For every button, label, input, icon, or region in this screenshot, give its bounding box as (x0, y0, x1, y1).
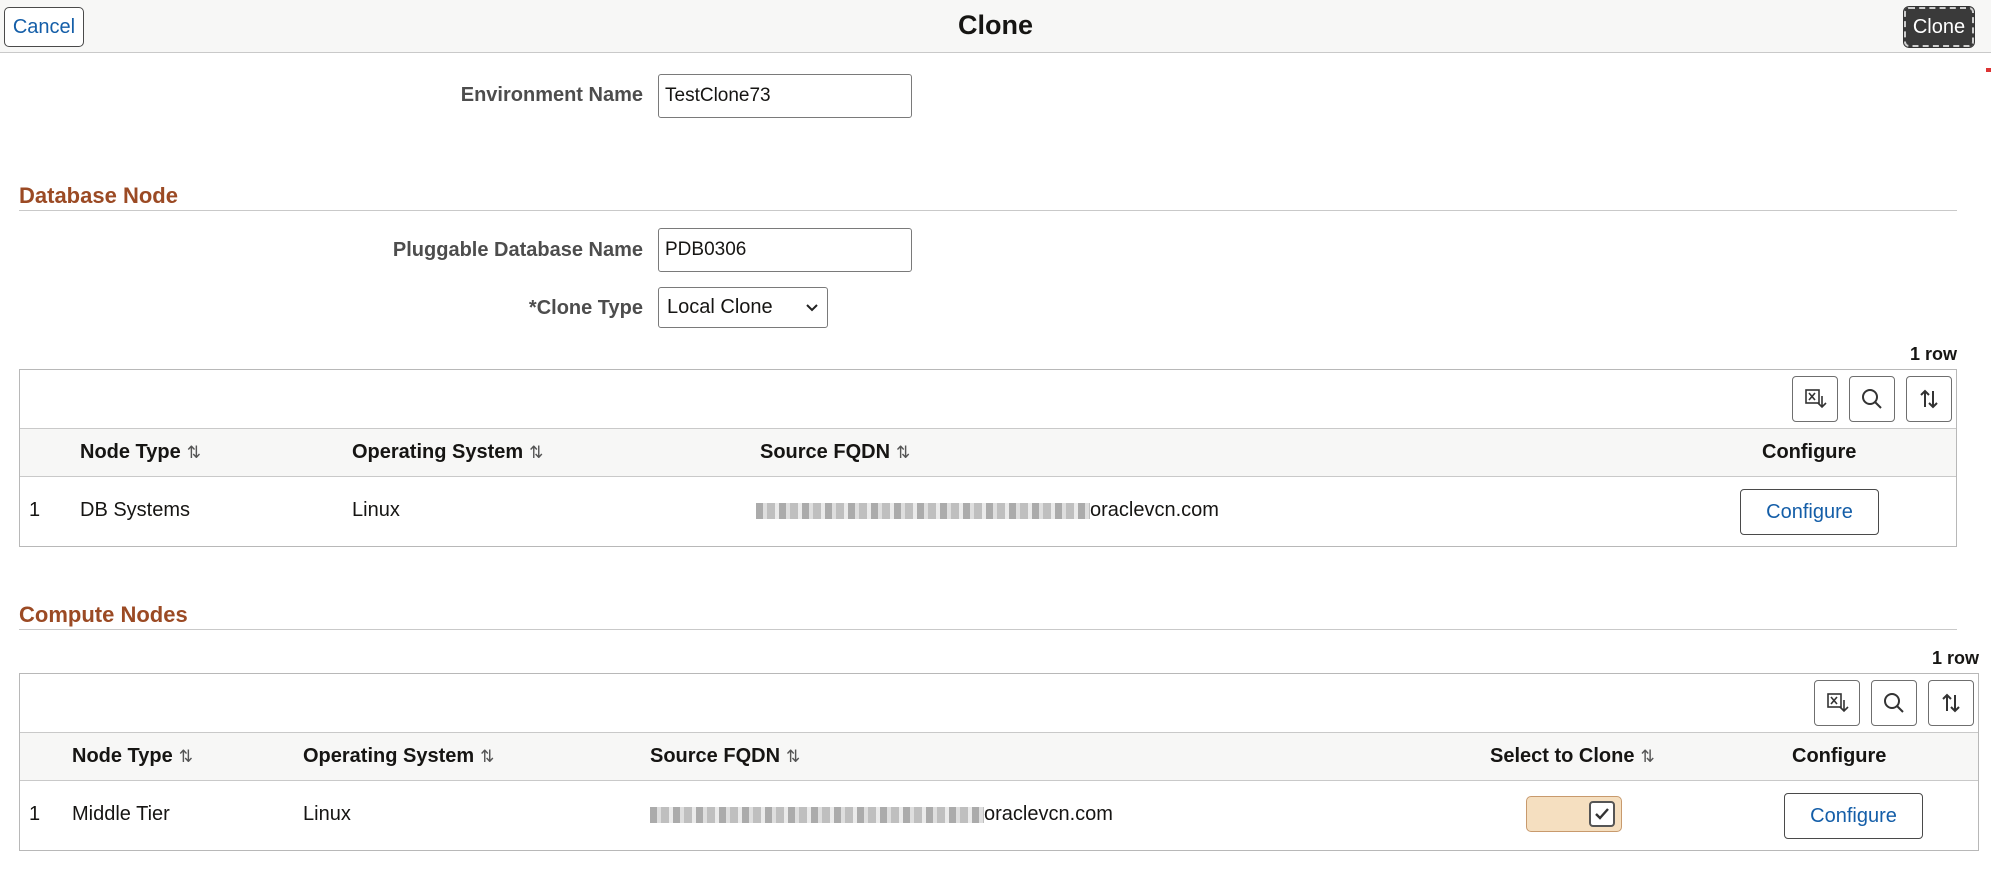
sort-button[interactable] (1906, 376, 1952, 422)
sort-icon: ⇅ (529, 443, 544, 462)
pdb-name-label: Pluggable Database Name (392, 239, 643, 261)
row-number: 1 (29, 499, 41, 521)
clone-type-label: *Clone Type (528, 297, 643, 319)
col-node-type[interactable]: Node Type ⇅ (80, 441, 201, 464)
search-icon (1862, 389, 1882, 409)
clone-type-select[interactable]: Local Clone (658, 287, 828, 328)
header-bar: Cancel Clone Clone (0, 0, 1991, 53)
edge-marker (1986, 68, 1991, 72)
search-button[interactable] (1871, 680, 1917, 726)
sort-icon: ⇅ (186, 443, 202, 462)
search-button[interactable] (1849, 376, 1895, 422)
environment-name-label: Environment Name (460, 84, 643, 106)
sort-icon: ⇅ (896, 443, 911, 462)
row-number: 1 (29, 803, 41, 825)
pdb-name-input[interactable]: PDB0306 (658, 228, 912, 272)
search-icon (1884, 693, 1904, 713)
page-title: Clone (957, 10, 1033, 40)
chevron-down-icon (806, 303, 818, 311)
database-node-grid: Node Type ⇅ Operating System ⇅ Source FQDN… (19, 369, 1957, 547)
compute-nodes-divider (19, 629, 1957, 630)
export-button[interactable] (1814, 680, 1860, 726)
sort-icon: ⇅ (480, 747, 495, 766)
sort-icon: ⇅ (1640, 747, 1655, 766)
compute-configure-button[interactable]: Configure (1784, 793, 1923, 839)
compute-fqdn-cell: oraclevcn.com (650, 803, 1113, 826)
db-node-type-cell: DB Systems (80, 499, 191, 521)
db-row-count: 1 row (1910, 344, 1958, 364)
col-source-fqdn[interactable]: Source FQDN ⇅ (650, 745, 800, 768)
redacted-hostname (650, 806, 984, 823)
db-fqdn-cell: oraclevcn.com (756, 499, 1219, 522)
export-to-excel-icon (1805, 389, 1827, 409)
redacted-hostname (756, 502, 1090, 519)
col-node-type[interactable]: Node Type ⇅ (72, 745, 193, 768)
sort-icon: ⇅ (786, 747, 801, 766)
sort-icon (1942, 693, 1960, 713)
db-configure-button[interactable]: Configure (1740, 489, 1879, 535)
clone-type-value: Local Clone (667, 296, 773, 318)
sort-icon (1920, 389, 1938, 409)
col-source-fqdn[interactable]: Source FQDN ⇅ (760, 441, 910, 464)
col-select-to-clone[interactable]: Select to Clone ⇅ (1490, 745, 1655, 768)
col-configure: Configure (1762, 441, 1857, 463)
col-operating-system[interactable]: Operating System ⇅ (352, 441, 543, 464)
compute-nodes-section-title: Compute Nodes (19, 602, 188, 627)
database-node-section-title: Database Node (19, 183, 178, 208)
compute-nodes-grid: Node Type ⇅ Operating System ⇅ Source FQDN… (19, 673, 1979, 851)
db-os-cell: Linux (352, 499, 400, 521)
sort-button[interactable] (1928, 680, 1974, 726)
col-configure: Configure (1792, 745, 1887, 767)
compute-row-count: 1 row (1932, 648, 1980, 668)
select-to-clone-toggle[interactable] (1526, 796, 1622, 832)
clone-button[interactable]: Clone (1903, 6, 1975, 48)
environment-name-input[interactable]: TestClone73 (658, 74, 912, 118)
compute-node-type-cell: Middle Tier (72, 803, 170, 825)
col-operating-system[interactable]: Operating System ⇅ (303, 745, 494, 768)
export-button[interactable] (1792, 376, 1838, 422)
db-grid-header-row: Node Type ⇅ Operating System ⇅ Source FQDN… (20, 428, 1956, 477)
compute-os-cell: Linux (303, 803, 351, 825)
sort-icon: ⇅ (178, 747, 194, 766)
export-to-excel-icon (1827, 693, 1849, 713)
checkmark-icon (1589, 801, 1615, 827)
database-node-divider (19, 210, 1957, 211)
compute-grid-header-row: Node Type ⇅ Operating System ⇅ Source FQDN… (20, 732, 1978, 781)
